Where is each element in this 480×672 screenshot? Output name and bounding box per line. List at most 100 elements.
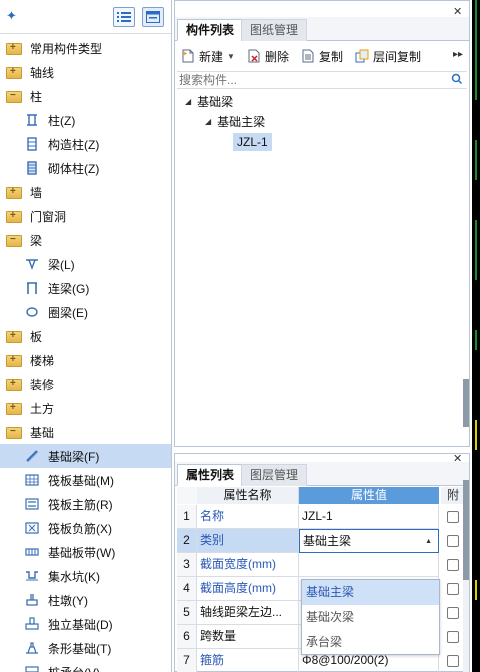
attach-checkbox[interactable] xyxy=(447,535,459,547)
tab-drawing-management[interactable]: 图纸管理 xyxy=(241,19,308,41)
tree-item[interactable]: 柱墩(Y) xyxy=(0,588,171,612)
tree-node-foundation-main-beam[interactable]: ◢ 基础主梁 xyxy=(205,111,265,131)
vertical-scrollbar[interactable] xyxy=(463,1,469,446)
tab-layer-management[interactable]: 图层管理 xyxy=(241,464,308,486)
search-input[interactable] xyxy=(177,73,437,87)
tree-folder[interactable]: − 梁 xyxy=(0,228,171,252)
property-value[interactable]: JZL-1 xyxy=(299,505,439,529)
tree-item[interactable]: 筏板基础(M) xyxy=(0,468,171,492)
tree-node-foundation-beam[interactable]: ◢ 基础梁 xyxy=(185,91,233,111)
tree-label: 梁(L) xyxy=(48,257,75,272)
attach-checkbox[interactable] xyxy=(447,511,459,523)
tab-property-list[interactable]: 属性列表 xyxy=(177,464,244,486)
folder-closed-icon[interactable]: + xyxy=(6,378,22,391)
attach-checkbox[interactable] xyxy=(447,583,459,595)
left-toolbar: ✦ xyxy=(0,0,171,34)
folder-closed-icon[interactable]: + xyxy=(6,42,22,55)
raft-foundation-icon xyxy=(24,472,40,488)
category-select-value: 基础主梁 xyxy=(303,534,352,548)
tree-node-jzl-1[interactable]: JZL-1 xyxy=(233,132,272,152)
add-sparkle-icon[interactable]: ✦ xyxy=(6,8,22,24)
panel-view-button[interactable] xyxy=(142,7,164,27)
tree-item[interactable]: 基础梁(F) xyxy=(0,444,171,468)
tree-label: 桩承台(V) xyxy=(48,664,100,672)
vertical-scrollbar[interactable] xyxy=(463,480,469,672)
tree-item[interactable]: 独立基础(D) xyxy=(0,612,171,636)
row-number: 6 xyxy=(177,625,197,649)
category-dropdown: 基础主梁 基础次梁 承台梁 xyxy=(301,579,440,655)
tree-item[interactable]: 梁(L) xyxy=(0,252,171,276)
isolated-footing-icon xyxy=(24,616,40,632)
row-number: 3 xyxy=(177,553,197,577)
tree-folder[interactable]: + 门窗洞 xyxy=(0,204,171,228)
tree-folder[interactable]: − 柱 xyxy=(0,84,171,108)
tree-item[interactable]: 条形基础(T) xyxy=(0,636,171,660)
tree-item[interactable]: 桩承台(V) xyxy=(0,660,171,672)
component-search xyxy=(177,71,467,89)
close-icon[interactable]: ✕ xyxy=(453,7,463,18)
header-property-value: 属性值 xyxy=(299,487,439,504)
tree-folder[interactable]: + 板 xyxy=(0,324,171,348)
attach-checkbox[interactable] xyxy=(447,655,459,667)
dropdown-option-secondary-beam[interactable]: 基础次梁 xyxy=(302,605,439,630)
delete-icon xyxy=(247,49,261,63)
floor-copy-button[interactable]: 层间复制 xyxy=(355,48,421,65)
new-button[interactable]: ✦ 新建 ▼ xyxy=(181,48,235,65)
tree-label: 连梁(G) xyxy=(48,281,90,296)
folder-closed-icon[interactable]: + xyxy=(6,354,22,367)
dropdown-option-main-beam[interactable]: 基础主梁 xyxy=(302,580,439,605)
scrollbar-thumb[interactable] xyxy=(463,379,469,427)
property-panel: ✕ 属性列表 图层管理 属性名称 属性值 附 1 名称 JZL-1 2 类别 基础主梁 ▲ 3… xyxy=(174,453,470,672)
tree-folder[interactable]: + 墙 xyxy=(0,180,171,204)
folder-closed-icon[interactable]: + xyxy=(6,402,22,415)
folder-open-icon[interactable]: − xyxy=(6,426,22,439)
list-view-button[interactable] xyxy=(113,7,135,27)
tree-item[interactable]: 砌体柱(Z) xyxy=(0,156,171,180)
folder-closed-icon[interactable]: + xyxy=(6,210,22,223)
list-view-icon xyxy=(117,12,131,22)
floor-copy-icon xyxy=(355,49,369,63)
tree-label: 条形基础(T) xyxy=(48,641,112,656)
search-icon[interactable] xyxy=(451,73,463,88)
attach-checkbox[interactable] xyxy=(447,559,459,571)
column-icon xyxy=(24,112,40,128)
tree-item[interactable]: 连梁(G) xyxy=(0,276,171,300)
tree-folder[interactable]: + 土方 xyxy=(0,396,171,420)
folder-closed-icon[interactable]: + xyxy=(6,66,22,79)
folder-open-icon[interactable]: − xyxy=(6,234,22,247)
row-number: 7 xyxy=(177,649,197,672)
tree-label: 基础 xyxy=(30,425,55,440)
scrollbar-thumb[interactable] xyxy=(463,480,469,580)
tab-component-list[interactable]: 构件列表 xyxy=(177,19,244,41)
toolbar-overflow-icon[interactable]: ▸▸ xyxy=(453,49,463,60)
tree-item[interactable]: 集水坑(K) xyxy=(0,564,171,588)
tree-item[interactable]: 筏板负筋(X) xyxy=(0,516,171,540)
tree-label: 筏板主筋(R) xyxy=(48,497,113,512)
row-number: 1 xyxy=(177,505,197,529)
tree-item[interactable]: 基础板带(W) xyxy=(0,540,171,564)
tree-label: 筏板负筋(X) xyxy=(48,521,112,536)
folder-closed-icon[interactable]: + xyxy=(6,186,22,199)
tree-folder[interactable]: + 常用构件类型 xyxy=(0,36,171,60)
panel-view-icon xyxy=(146,11,160,23)
copy-button[interactable]: 复制 xyxy=(301,48,343,65)
tree-label: 墙 xyxy=(30,185,43,200)
property-value[interactable]: 基础主梁 ▲ xyxy=(299,529,439,553)
folder-open-icon[interactable]: − xyxy=(6,90,22,103)
tree-label: 集水坑(K) xyxy=(48,569,100,584)
tree-folder[interactable]: + 装修 xyxy=(0,372,171,396)
tree-folder[interactable]: + 轴线 xyxy=(0,60,171,84)
folder-closed-icon[interactable]: + xyxy=(6,330,22,343)
property-value[interactable] xyxy=(299,553,439,577)
tree-folder[interactable]: + 楼梯 xyxy=(0,348,171,372)
tree-item[interactable]: 圈梁(E) xyxy=(0,300,171,324)
delete-button[interactable]: 删除 xyxy=(247,48,289,65)
tree-item[interactable]: 筏板主筋(R) xyxy=(0,492,171,516)
tree-folder[interactable]: − 基础 xyxy=(0,420,171,444)
dropdown-option-cap-beam[interactable]: 承台梁 xyxy=(302,630,439,655)
attach-checkbox[interactable] xyxy=(447,607,459,619)
tree-item[interactable]: 构造柱(Z) xyxy=(0,132,171,156)
tree-item[interactable]: 柱(Z) xyxy=(0,108,171,132)
attach-checkbox[interactable] xyxy=(447,631,459,643)
chevron-up-icon[interactable]: ▲ xyxy=(425,530,432,552)
